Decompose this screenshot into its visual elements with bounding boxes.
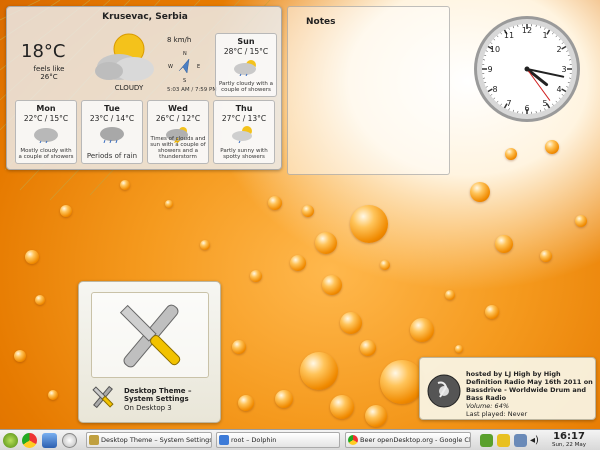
taskbar: Desktop Theme – System Settings root – D…	[0, 429, 600, 450]
feels-like-value: 26°C	[40, 73, 58, 81]
tools-icon	[119, 304, 181, 368]
forecast-temps: 22°C / 15°C	[23, 114, 69, 123]
clock-time: 16:17	[553, 431, 585, 442]
svg-text:6: 6	[524, 104, 529, 113]
current-temperature: 18°C	[21, 41, 66, 62]
compass-n: N	[183, 51, 187, 57]
track-volume: Volume: 64%	[466, 402, 510, 410]
audio-disc-icon	[427, 374, 461, 408]
svg-text:5: 5	[542, 99, 547, 108]
forecast-day: Wed	[168, 104, 188, 113]
notes-title: Notes	[306, 17, 336, 27]
forecast-card: Wed 26°C / 12°C Times of clouds and sun …	[147, 100, 209, 164]
now-playing-widget[interactable]: hosted by LJ High by High Definition Rad…	[419, 357, 596, 420]
forecast-desc: Times of clouds and sun with a couple of…	[150, 136, 206, 160]
forecast-desc: Partly sunny with spotty showers	[220, 148, 268, 160]
settings-task-icon	[89, 435, 99, 445]
forecast-desc: Mostly cloudy with a couple of showers	[18, 148, 74, 160]
weather-condition: CLOUDY	[114, 84, 144, 92]
svg-text:9: 9	[487, 65, 492, 74]
desktop-theme-widget[interactable]: Desktop Theme – System Settings On Deskt…	[78, 281, 221, 423]
forecast-temps: 28°C / 15°C	[223, 47, 269, 56]
forecast-day: Thu	[235, 104, 253, 113]
theme-widget-subtitle: On Desktop 3	[124, 404, 172, 412]
pager-icon[interactable]	[62, 433, 77, 448]
forecast-card: Tue 23°C / 14°C Periods of rain	[81, 100, 143, 164]
device-tray-icon[interactable]	[514, 434, 527, 447]
volume-tray-icon[interactable]: ◂)	[530, 434, 543, 447]
track-title: hosted by LJ High by High Definition Rad…	[466, 370, 593, 402]
chrome-launcher-icon[interactable]	[22, 433, 37, 448]
task-label: root – Dolphin	[231, 436, 277, 444]
forecast-card: Thu 27°C / 13°C Partly sunny with spotty…	[213, 100, 275, 164]
forecast-day: Sun	[237, 37, 255, 46]
theme-widget-title: Desktop Theme – System Settings	[124, 387, 192, 403]
weather-city: Krusevac, Serbia	[102, 12, 188, 22]
forecast-day: Tue	[104, 104, 120, 113]
showers-icon	[234, 60, 256, 76]
task-label: Desktop Theme – System Settings	[101, 436, 212, 444]
cloudy-sun-icon	[95, 33, 154, 81]
theme-preview	[91, 292, 209, 378]
system-settings-icon	[92, 385, 114, 409]
task-system-settings[interactable]: Desktop Theme – System Settings	[86, 432, 212, 448]
forecast-day: Mon	[36, 104, 56, 113]
feels-like-label: feels like	[33, 65, 65, 73]
clock-date: Sun, 22 May	[551, 442, 587, 448]
task-chrome[interactable]: Beer openDesktop.org - Google Chrome	[345, 432, 471, 448]
network-tray-icon[interactable]	[480, 434, 493, 447]
task-dolphin[interactable]: root – Dolphin	[216, 432, 340, 448]
compass-e: E	[197, 64, 200, 70]
dolphin-launcher-icon[interactable]	[42, 433, 57, 448]
wind-speed: 8 km/h	[167, 36, 192, 44]
forecast-card: Sun 28°C / 15°C Partly cloudy with a cou…	[215, 33, 277, 97]
digital-clock[interactable]: 16:17 Sun, 22 May	[548, 431, 590, 448]
kickoff-menu-icon[interactable]	[3, 433, 18, 448]
notes-widget[interactable]: Notes	[287, 6, 450, 175]
compass-w: W	[168, 64, 173, 70]
svg-text:4: 4	[556, 85, 561, 94]
feels-like: feels like 26°C	[19, 65, 79, 81]
sun-times: 5:03 AM / 7:59 PM	[167, 87, 218, 93]
forecast-desc: Partly cloudy with a couple of showers	[218, 81, 274, 93]
svg-text:10: 10	[490, 45, 500, 54]
wind-compass-icon: N S W E	[168, 51, 200, 83]
now-playing-info: hosted by LJ High by High Definition Rad…	[466, 370, 594, 418]
task-label: Beer openDesktop.org - Google Chrome	[360, 436, 470, 444]
svg-text:1: 1	[542, 31, 547, 40]
compass-s: S	[183, 78, 186, 83]
forecast-temps: 26°C / 12°C	[155, 114, 201, 123]
analog-clock: 12 3 6 9 12 45 78 10 11	[474, 16, 580, 122]
rain-icon	[100, 127, 124, 143]
folder-task-icon	[219, 435, 229, 445]
weather-widget[interactable]: Krusevac, Serbia 18°C feels like 26°C CL…	[6, 6, 282, 170]
showers-icon	[34, 128, 58, 143]
track-last-played: Last played: Never	[466, 410, 528, 418]
chrome-task-icon	[348, 435, 358, 445]
svg-text:3: 3	[561, 65, 566, 74]
sun-showers-icon	[232, 126, 252, 143]
svg-text:11: 11	[504, 31, 514, 40]
forecast-temps: 27°C / 13°C	[221, 114, 267, 123]
svg-text:7: 7	[506, 99, 511, 108]
forecast-card: Mon 22°C / 15°C Mostly cloudy with a cou…	[15, 100, 77, 164]
svg-text:2: 2	[556, 45, 561, 54]
svg-text:12: 12	[522, 26, 532, 35]
notes-tray-icon[interactable]	[497, 434, 510, 447]
forecast-temps: 23°C / 14°C	[89, 114, 135, 123]
forecast-desc: Periods of rain	[86, 152, 138, 160]
svg-text:8: 8	[492, 85, 497, 94]
